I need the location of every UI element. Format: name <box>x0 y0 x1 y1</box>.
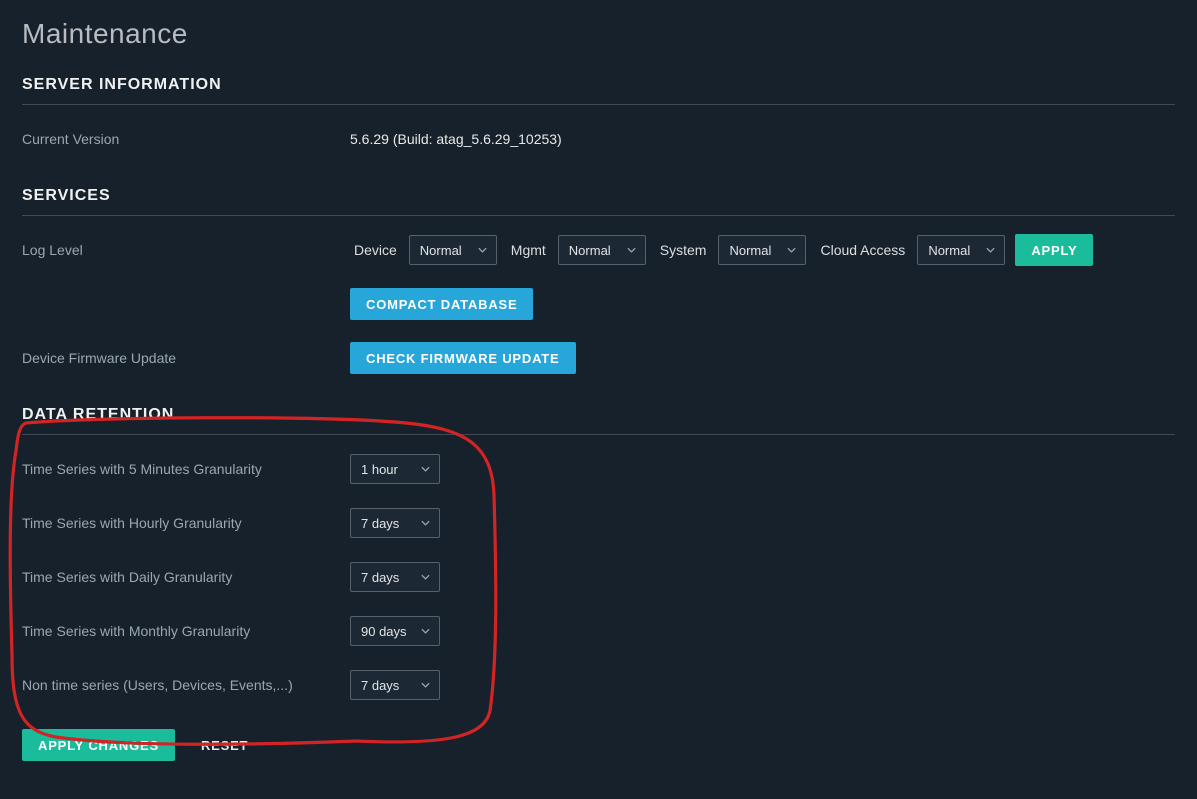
row-compact-database: COMPACT DATABASE <box>22 288 1175 320</box>
check-firmware-update-button[interactable]: CHECK FIRMWARE UPDATE <box>350 342 576 374</box>
page-title: Maintenance <box>22 18 1175 50</box>
chevron-down-icon <box>420 518 431 529</box>
log-level-system-select[interactable]: Normal <box>718 235 806 265</box>
retention-daily-label: Time Series with Daily Granularity <box>22 569 350 585</box>
retention-monthly-select[interactable]: 90 days <box>350 616 440 646</box>
retention-daily-value: 7 days <box>361 570 399 585</box>
retention-monthly-label: Time Series with Monthly Granularity <box>22 623 350 639</box>
log-level-mgmt-select[interactable]: Normal <box>558 235 646 265</box>
apply-changes-button[interactable]: APPLY CHANGES <box>22 729 175 761</box>
retention-daily-select[interactable]: 7 days <box>350 562 440 592</box>
log-level-mgmt-label: Mgmt <box>511 242 546 258</box>
section-services: SERVICES Log Level Device Normal Mgmt No… <box>22 187 1175 374</box>
server-information-heading: SERVER INFORMATION <box>22 76 1175 94</box>
log-level-device-label: Device <box>354 242 397 258</box>
current-version-label: Current Version <box>22 131 350 147</box>
row-retention-hourly: Time Series with Hourly Granularity 7 da… <box>22 507 1175 539</box>
chevron-down-icon <box>420 464 431 475</box>
section-server-information: SERVER INFORMATION Current Version 5.6.2… <box>22 76 1175 155</box>
retention-monthly-value: 90 days <box>361 624 407 639</box>
data-retention-actions: APPLY CHANGES RESET <box>22 729 1175 761</box>
divider <box>22 104 1175 105</box>
retention-5min-label: Time Series with 5 Minutes Granularity <box>22 461 350 477</box>
log-level-cloud-access-label: Cloud Access <box>820 242 905 258</box>
services-heading: SERVICES <box>22 187 1175 205</box>
reset-button[interactable]: RESET <box>193 729 256 761</box>
compact-database-button[interactable]: COMPACT DATABASE <box>350 288 533 320</box>
data-retention-heading: DATA RETENTION <box>22 406 1175 424</box>
retention-hourly-label: Time Series with Hourly Granularity <box>22 515 350 531</box>
log-level-label: Log Level <box>22 242 350 258</box>
retention-hourly-value: 7 days <box>361 516 399 531</box>
retention-5min-select[interactable]: 1 hour <box>350 454 440 484</box>
row-retention-daily: Time Series with Daily Granularity 7 day… <box>22 561 1175 593</box>
log-level-controls: Device Normal Mgmt Normal System Normal … <box>350 234 1093 266</box>
retention-non-ts-value: 7 days <box>361 678 399 693</box>
retention-non-ts-select[interactable]: 7 days <box>350 670 440 700</box>
row-current-version: Current Version 5.6.29 (Build: atag_5.6.… <box>22 123 1175 155</box>
retention-5min-value: 1 hour <box>361 462 398 477</box>
row-retention-monthly: Time Series with Monthly Granularity 90 … <box>22 615 1175 647</box>
section-data-retention: DATA RETENTION Time Series with 5 Minute… <box>22 406 1175 761</box>
maintenance-page: Maintenance SERVER INFORMATION Current V… <box>0 18 1197 799</box>
chevron-down-icon <box>420 572 431 583</box>
row-retention-non-ts: Non time series (Users, Devices, Events,… <box>22 669 1175 701</box>
log-level-device-select[interactable]: Normal <box>409 235 497 265</box>
log-level-mgmt-value: Normal <box>569 243 611 258</box>
log-level-cloud-access-select[interactable]: Normal <box>917 235 1005 265</box>
row-retention-5min: Time Series with 5 Minutes Granularity 1… <box>22 453 1175 485</box>
chevron-down-icon <box>626 245 637 256</box>
chevron-down-icon <box>420 680 431 691</box>
row-firmware-update: Device Firmware Update CHECK FIRMWARE UP… <box>22 342 1175 374</box>
chevron-down-icon <box>420 626 431 637</box>
chevron-down-icon <box>786 245 797 256</box>
log-level-cloud-access-value: Normal <box>928 243 970 258</box>
row-log-level: Log Level Device Normal Mgmt Normal Syst… <box>22 234 1175 266</box>
firmware-update-label: Device Firmware Update <box>22 350 350 366</box>
retention-non-ts-label: Non time series (Users, Devices, Events,… <box>22 677 350 693</box>
chevron-down-icon <box>477 245 488 256</box>
log-level-system-label: System <box>660 242 707 258</box>
divider <box>22 215 1175 216</box>
chevron-down-icon <box>985 245 996 256</box>
log-level-system-value: Normal <box>729 243 771 258</box>
log-level-device-value: Normal <box>420 243 462 258</box>
apply-log-level-button[interactable]: APPLY <box>1015 234 1093 266</box>
divider <box>22 434 1175 435</box>
retention-hourly-select[interactable]: 7 days <box>350 508 440 538</box>
current-version-value: 5.6.29 (Build: atag_5.6.29_10253) <box>350 131 562 147</box>
